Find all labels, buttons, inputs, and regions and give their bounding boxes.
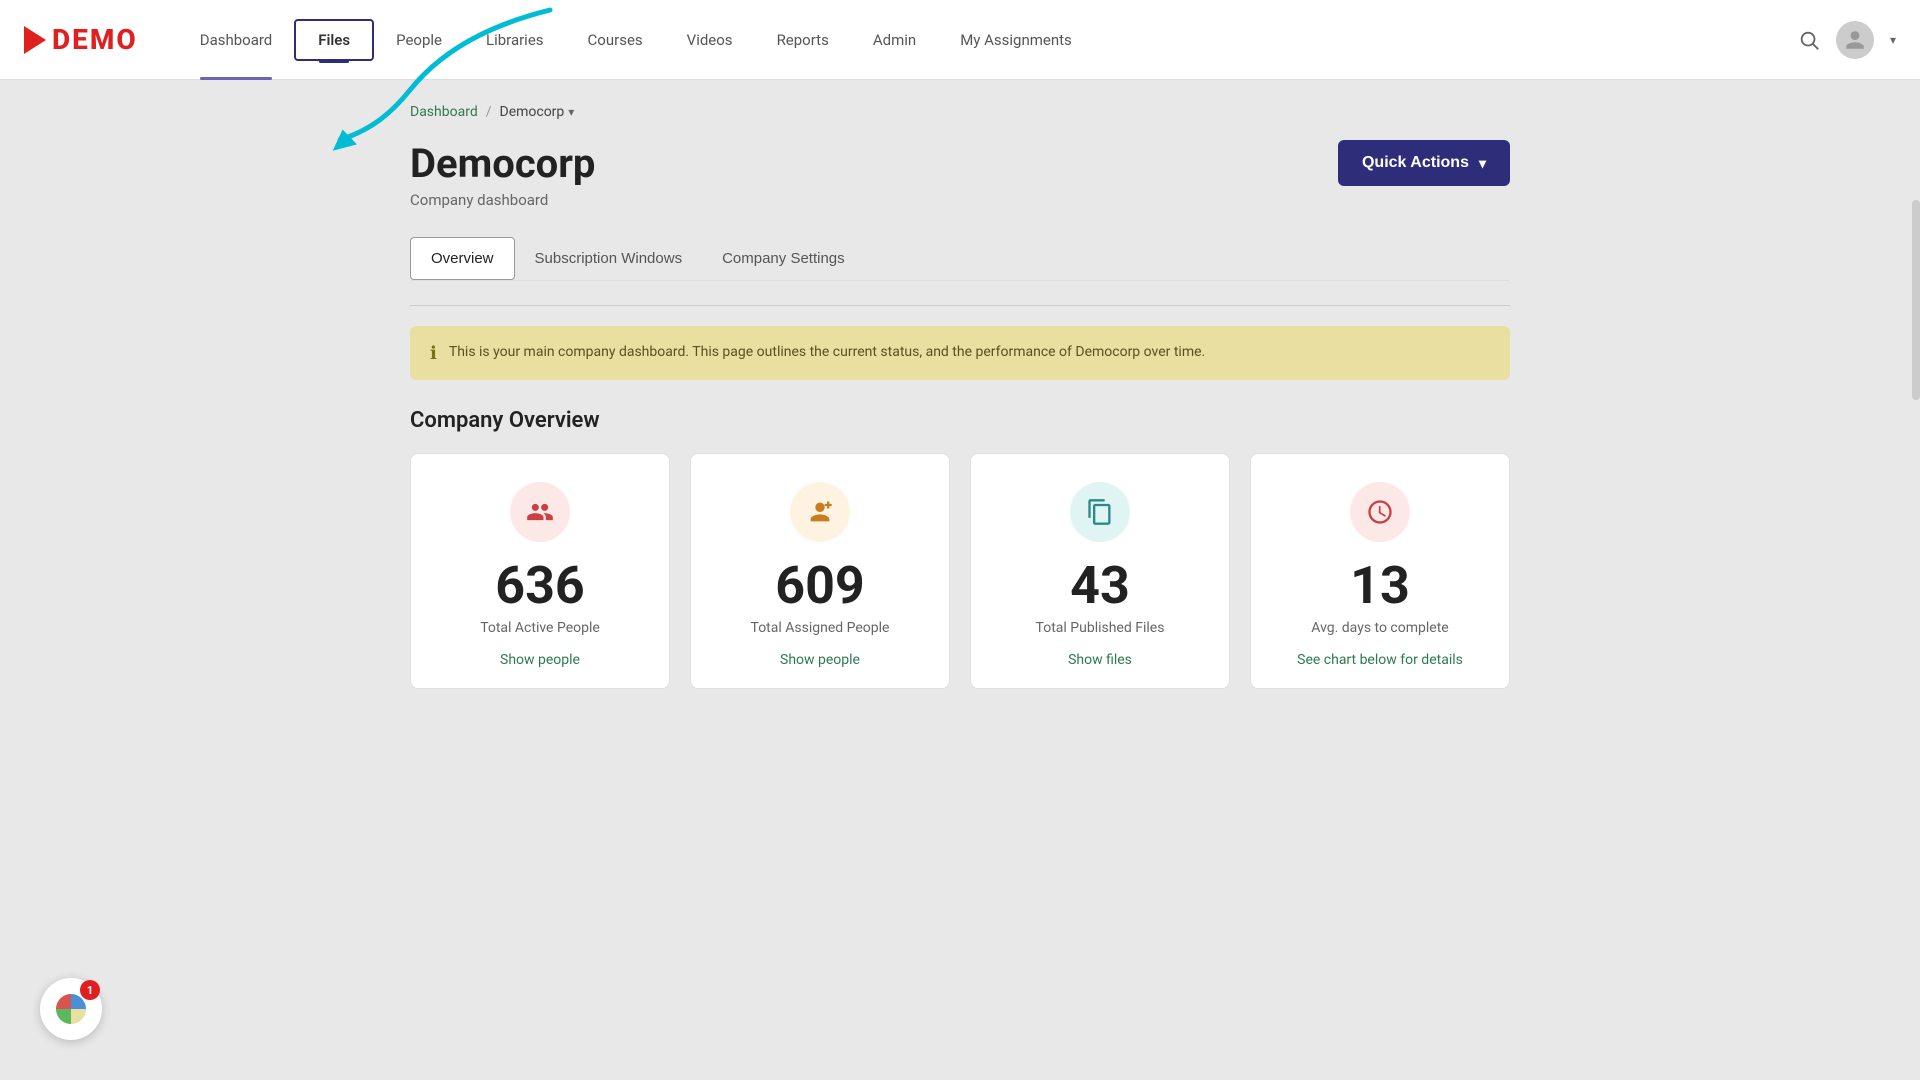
nav-item-libraries[interactable]: Libraries [464,0,566,80]
company-overview-title: Company Overview [410,408,1510,433]
stat-card-assigned-people: 609 Total Assigned People Show people [690,453,950,689]
stat-card-active-people: 636 Total Active People Show people [410,453,670,689]
notification-badge: 1 [80,980,100,1000]
nav-right: ▾ [1798,21,1896,59]
tabs: Overview Subscription Windows Company Se… [410,237,1510,281]
breadcrumb-dashboard[interactable]: Dashboard [410,104,478,120]
tab-subscription-windows[interactable]: Subscription Windows [515,237,703,280]
quick-actions-chevron-icon: ▾ [1479,155,1486,172]
stat-number-assigned-people: 609 [775,560,865,612]
stat-card-published-files: 43 Total Published Files Show files [970,453,1230,689]
breadcrumb-chevron-icon[interactable]: ▾ [568,105,574,119]
avatar[interactable] [1836,21,1874,59]
tab-overview[interactable]: Overview [410,237,515,280]
info-banner-text: This is your main company dashboard. Thi… [449,342,1205,363]
breadcrumb-separator: / [486,104,492,120]
nav-item-admin[interactable]: Admin [851,0,938,80]
breadcrumb-current: Democorp ▾ [500,104,575,120]
stat-label-assigned-people: Total Assigned People [751,620,890,636]
nav-links: Dashboard Files People Libraries Courses… [178,0,1798,80]
info-banner: ℹ This is your main company dashboard. T… [410,326,1510,380]
stat-link-active-people[interactable]: Show people [500,652,580,668]
nav-item-my-assignments[interactable]: My Assignments [938,0,1094,80]
nav-item-dashboard[interactable]: Dashboard [178,0,295,80]
stat-number-avg-days: 13 [1350,560,1410,612]
stat-label-active-people: Total Active People [480,620,600,636]
avatar-chevron-icon[interactable]: ▾ [1890,33,1896,47]
divider [410,305,1510,306]
page-subtitle: Company dashboard [410,191,595,209]
nav-item-people[interactable]: People [374,0,464,80]
page-title: Democorp [410,140,595,187]
logo-text: DEMO [52,23,138,56]
nav-item-courses[interactable]: Courses [566,0,665,80]
stat-icon-avg-days [1350,482,1410,542]
search-icon[interactable] [1798,29,1820,51]
nav-item-videos[interactable]: Videos [665,0,755,80]
stat-link-assigned-people[interactable]: Show people [780,652,860,668]
info-icon: ℹ [430,343,437,364]
main-content: Dashboard / Democorp ▾ Democorp Company … [390,80,1530,713]
logo[interactable]: DEMO [24,23,138,56]
nav-item-reports[interactable]: Reports [755,0,851,80]
page-title-group: Democorp Company dashboard [410,140,595,209]
stat-link-avg-days[interactable]: See chart below for details [1297,652,1463,668]
quick-actions-button[interactable]: Quick Actions ▾ [1338,140,1510,186]
scrollbar[interactable] [1912,200,1920,400]
navbar: DEMO Dashboard Files People Libraries Co… [0,0,1920,80]
breadcrumb: Dashboard / Democorp ▾ [410,104,1510,120]
stat-label-published-files: Total Published Files [1036,620,1165,636]
stat-number-active-people: 636 [495,560,585,612]
stat-icon-published-files [1070,482,1130,542]
page-header: Democorp Company dashboard Quick Actions… [410,140,1510,209]
stat-icon-assigned-people [790,482,850,542]
stats-grid: 636 Total Active People Show people 609 … [410,453,1510,689]
stat-link-published-files[interactable]: Show files [1068,652,1132,668]
stat-label-avg-days: Avg. days to complete [1311,620,1448,636]
nav-item-files[interactable]: Files [294,19,374,61]
stat-number-published-files: 43 [1070,560,1130,612]
stat-card-avg-days: 13 Avg. days to complete See chart below… [1250,453,1510,689]
tab-company-settings[interactable]: Company Settings [702,237,865,280]
logo-triangle-icon [24,26,46,54]
notification-widget[interactable]: 1 [40,978,102,1040]
stat-icon-active-people [510,482,570,542]
